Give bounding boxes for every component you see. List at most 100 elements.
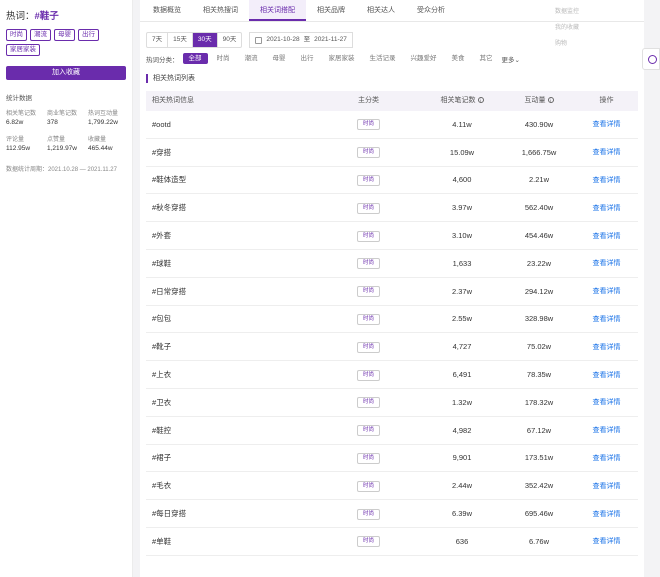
row-word[interactable]: #穿搭 <box>146 147 316 158</box>
stat-value: 1,799.22w <box>88 119 118 126</box>
date-button-30[interactable]: 30天 <box>192 33 218 47</box>
row-category: 时尚 <box>316 396 421 409</box>
view-details-link[interactable]: 查看详情 <box>593 372 621 379</box>
view-details-link[interactable]: 查看详情 <box>593 427 621 434</box>
view-details-link[interactable]: 查看详情 <box>593 316 621 323</box>
row-word[interactable]: #裙子 <box>146 452 316 463</box>
stat-value: 378 <box>47 119 58 126</box>
add-favorite-button[interactable]: 加入收藏 <box>6 66 126 80</box>
category-item[interactable]: 潮流 <box>239 53 264 64</box>
tag[interactable]: 母婴 <box>54 29 75 41</box>
row-word[interactable]: #外套 <box>146 230 316 241</box>
tab-overview[interactable]: 数据概览 <box>142 0 192 21</box>
stat-label: 评论量 <box>6 137 25 143</box>
view-details-link[interactable]: 查看详情 <box>593 121 621 128</box>
tab-related-words[interactable]: 相关词搭配 <box>249 0 306 21</box>
row-category: 时尚 <box>316 174 421 186</box>
row-word[interactable]: #秋冬穿搭 <box>146 202 316 213</box>
row-word[interactable]: #ootd <box>146 120 316 129</box>
table-row: #鞋体造型 时尚 4,600 2.21w 查看详情 <box>146 167 638 195</box>
info-icon[interactable]: i <box>547 97 554 104</box>
stat-item: 收藏量 465.44w <box>88 134 129 152</box>
view-details-link[interactable]: 查看详情 <box>593 483 621 490</box>
ghost-menu-item: 数据监控 <box>555 9 580 15</box>
date-button-15[interactable]: 15天 <box>168 33 193 47</box>
category-item[interactable]: 母婴 <box>267 53 292 64</box>
view-details-link[interactable]: 查看详情 <box>593 455 621 462</box>
row-category: 时尚 <box>316 341 421 353</box>
category-item[interactable]: 兴趣爱好 <box>405 53 443 64</box>
row-interaction: 352.42w <box>524 481 554 491</box>
category-item[interactable]: 出行 <box>295 53 320 64</box>
row-word[interactable]: #卫衣 <box>146 397 316 408</box>
view-details-link[interactable]: 查看详情 <box>593 511 621 518</box>
category-all[interactable]: 全部 <box>182 53 208 64</box>
row-word[interactable]: #毛衣 <box>146 480 316 491</box>
category-pill: 时尚 <box>356 397 380 409</box>
row-category: 时尚 <box>316 369 421 381</box>
view-details-link[interactable]: 查看详情 <box>593 149 621 156</box>
row-interaction: 430.90w <box>524 119 554 129</box>
customer-service-icon[interactable] <box>642 48 660 70</box>
row-word[interactable]: #球鞋 <box>146 258 316 269</box>
category-item[interactable]: 其它 <box>474 53 499 64</box>
row-category: 时尚 <box>316 313 421 325</box>
category-item[interactable]: 生活记录 <box>364 53 402 64</box>
row-interaction: 78.35w <box>526 370 552 380</box>
row-interaction: 75.02w <box>526 342 552 352</box>
row-word[interactable]: #上衣 <box>146 369 316 380</box>
row-word[interactable]: #鞋控 <box>146 425 316 436</box>
row-notes: 2.55w <box>451 314 472 324</box>
view-details-link[interactable]: 查看详情 <box>593 205 621 212</box>
view-details-link[interactable]: 查看详情 <box>593 233 621 240</box>
view-details-link[interactable]: 查看详情 <box>593 344 621 351</box>
tab-related-influencers[interactable]: 相关达人 <box>356 0 406 21</box>
row-notes: 3.10w <box>451 231 472 241</box>
view-details-link[interactable]: 查看详情 <box>593 260 621 267</box>
category-item[interactable]: 时尚 <box>211 53 236 64</box>
sidebar: 热词：#鞋子 时尚 潮流 母婴 出行 家居家装 加入收藏 统计数据 相关笔记数 6… <box>0 0 133 577</box>
tab-related-brands[interactable]: 相关品牌 <box>306 0 356 21</box>
category-pill: 时尚 <box>356 119 380 131</box>
row-notes: 4,727 <box>452 342 472 352</box>
view-details-link[interactable]: 查看详情 <box>593 399 621 406</box>
view-details-link[interactable]: 查看详情 <box>593 177 621 184</box>
info-icon[interactable]: i <box>477 97 484 104</box>
date-range-picker[interactable]: 2021-10-28 至 2021-11-27 <box>249 32 353 48</box>
category-item[interactable]: 家居家装 <box>323 53 361 64</box>
table-row: #鞋控 时尚 4,982 67.12w 查看详情 <box>146 417 638 445</box>
category-item[interactable]: 美食 <box>446 53 471 64</box>
row-word[interactable]: #日常穿搭 <box>146 286 316 297</box>
tag[interactable]: 潮流 <box>30 29 51 41</box>
background-menu: 数据监控 我的收藏 购物 <box>555 6 660 54</box>
row-word[interactable]: #单鞋 <box>146 536 316 547</box>
row-word[interactable]: #包包 <box>146 313 316 324</box>
row-word[interactable]: #靴子 <box>146 341 316 352</box>
header-interaction-label: 互动量 <box>524 97 546 104</box>
row-action: 查看详情 <box>575 536 638 546</box>
tab-audience[interactable]: 受众分析 <box>406 0 456 21</box>
tag[interactable]: 时尚 <box>6 29 27 41</box>
tab-related-search[interactable]: 相关热搜词 <box>192 0 249 21</box>
date-button-7[interactable]: 7天 <box>147 33 169 47</box>
stats-grid: 相关笔记数 6.82w 商业笔记数 378 热词互动量 1,799.22w 评论量 11… <box>6 108 126 152</box>
table-row: #靴子 时尚 4,727 75.02w 查看详情 <box>146 333 638 362</box>
table-row: #ootd 时尚 4.11w 430.90w 查看详情 <box>146 111 638 139</box>
row-action: 查看详情 <box>575 370 638 380</box>
row-word[interactable]: #鞋体造型 <box>146 174 316 185</box>
section-title: 相关热词列表 <box>146 74 644 83</box>
row-word[interactable]: #每日穿搭 <box>146 508 316 519</box>
row-notes: 3.97w <box>451 203 472 213</box>
stat-value: 6.82w <box>6 119 24 126</box>
view-details-link[interactable]: 查看详情 <box>593 288 621 295</box>
date-button-90[interactable]: 90天 <box>218 33 242 47</box>
tag[interactable]: 家居家装 <box>6 44 40 56</box>
table-header: 相关热词信息 主分类 相关笔记数 i 互动量 i 操作 <box>146 91 638 111</box>
category-pill: 时尚 <box>356 174 380 186</box>
row-interaction: 178.32w <box>524 397 554 407</box>
view-details-link[interactable]: 查看详情 <box>593 538 621 545</box>
stat-label: 热词互动量 <box>88 111 119 117</box>
more-categories-button[interactable]: 更多⌄ <box>502 54 520 64</box>
category-pill: 时尚 <box>356 369 380 381</box>
tag[interactable]: 出行 <box>78 29 99 41</box>
